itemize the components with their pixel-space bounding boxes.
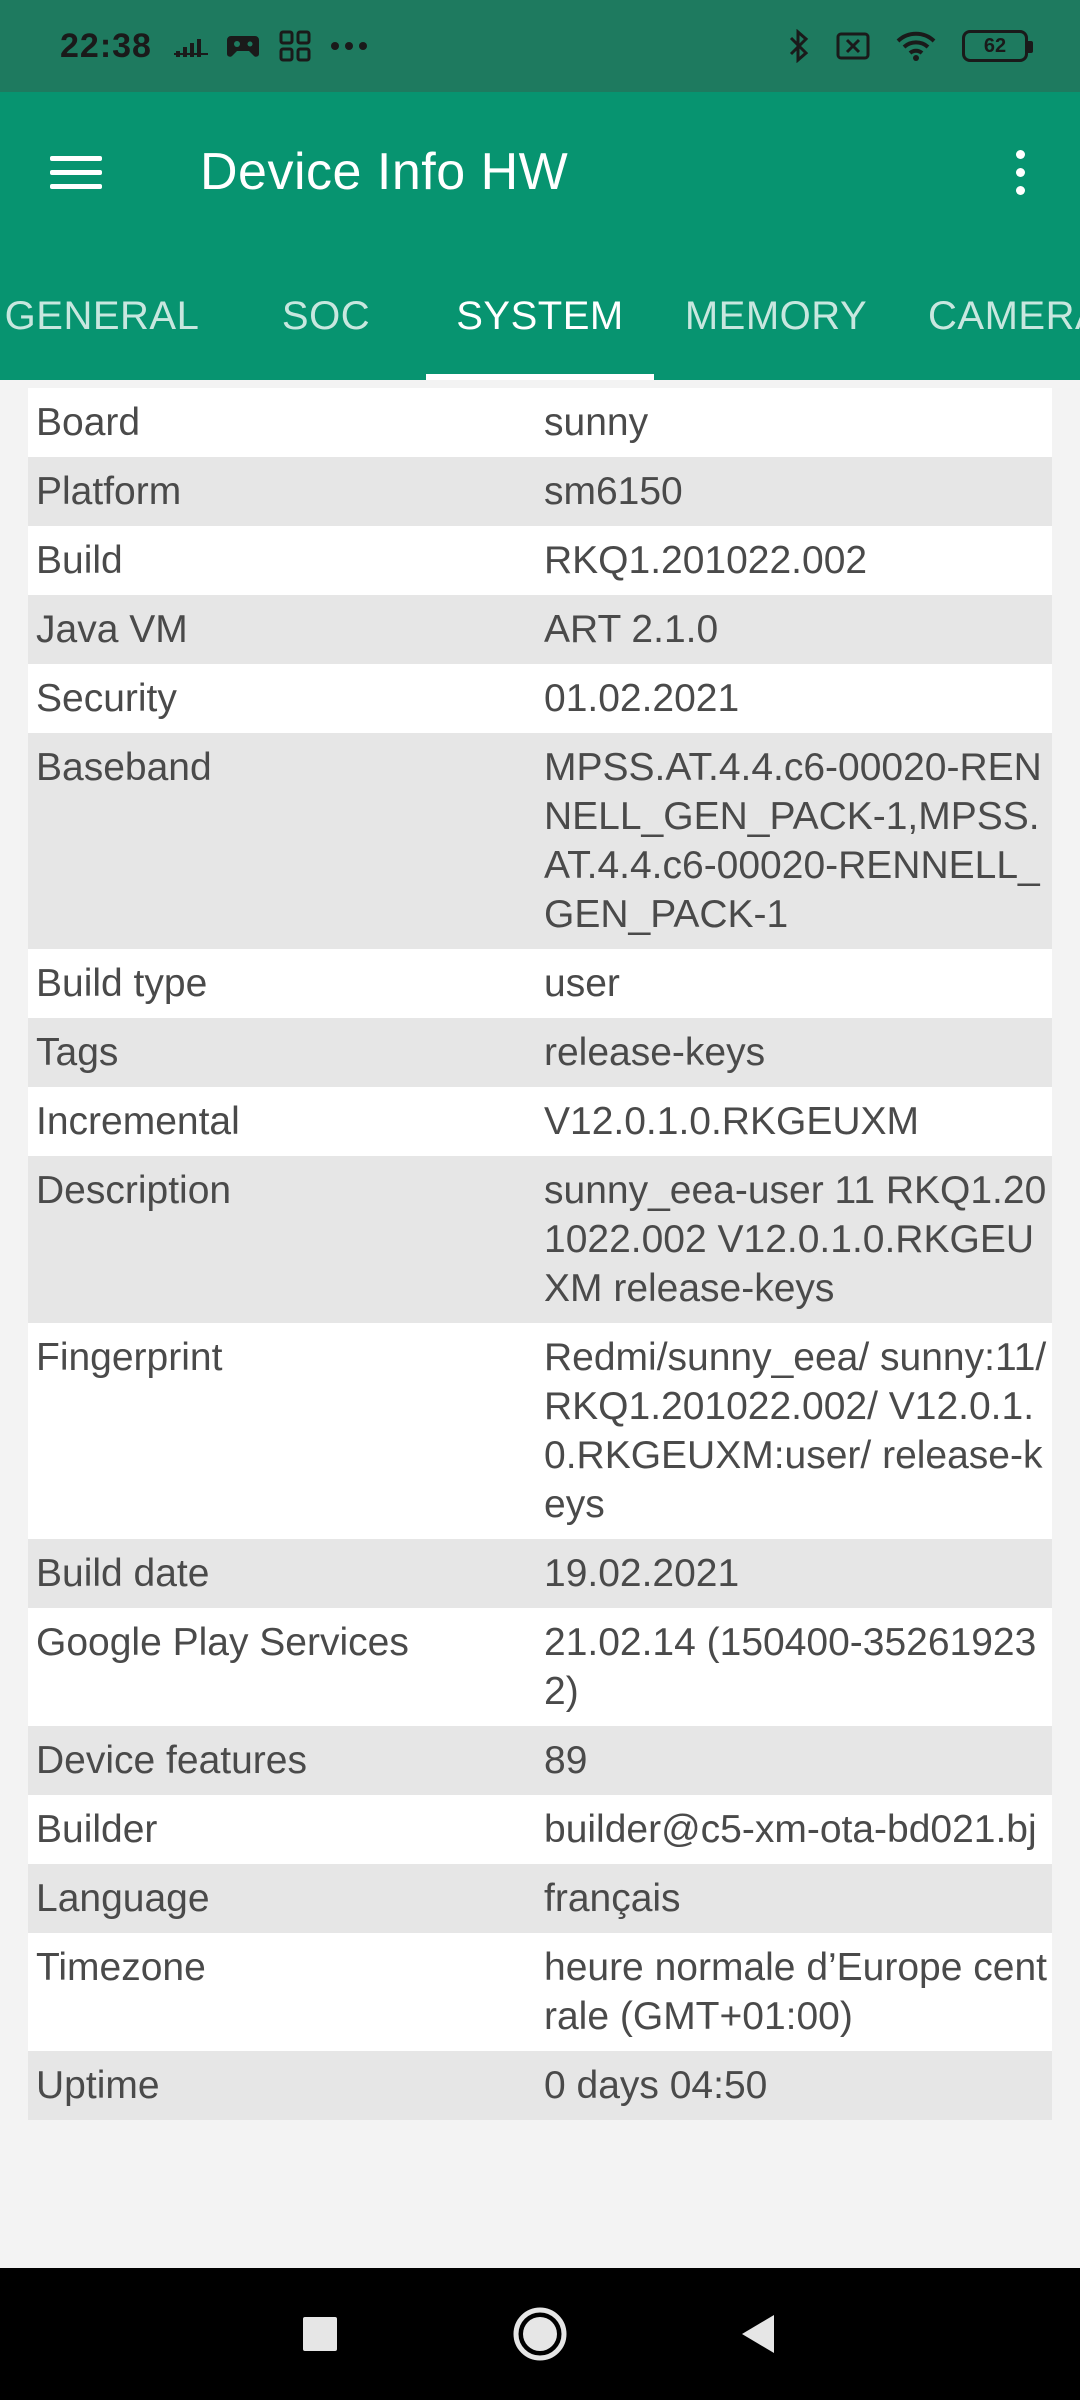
overflow-menu-button[interactable] — [1000, 142, 1040, 202]
info-row-timezone: Timezone heure normale d’Europe centrale … — [28, 1933, 1052, 2051]
info-row-value: release-keys — [544, 1031, 766, 1074]
info-row-value: ART 2.1.0 — [544, 608, 719, 651]
info-row-value: V12.0.1.0.RKGEUXM — [544, 1100, 919, 1143]
navigation-bar — [0, 2268, 1080, 2400]
info-row-label: Java VM — [36, 608, 188, 651]
info-row-incremental: Incremental V12.0.1.0.RKGEUXM — [28, 1087, 1052, 1156]
info-row-tags: Tags release-keys — [28, 1018, 1052, 1087]
wifi-icon — [896, 30, 936, 62]
overflow-dot — [1015, 185, 1025, 195]
info-row-baseband: Baseband MPSS.AT.4.4.c6-00020-RENNELL_GEN… — [28, 733, 1052, 949]
info-row-value: sunny — [544, 401, 649, 444]
info-row-platform: Platform sm6150 — [28, 457, 1052, 526]
app-title: Device Info HW — [200, 143, 569, 201]
info-row-label: Uptime — [36, 2064, 160, 2107]
info-row-value: 0 days 04:50 — [544, 2064, 768, 2107]
info-row-label: Build — [36, 539, 123, 582]
info-row-value: user — [544, 962, 620, 1005]
info-row-label: Device features — [36, 1739, 307, 1782]
info-row-label: Baseband — [36, 746, 212, 789]
info-row-label: Tags — [36, 1031, 119, 1074]
info-row-fingerprint: Fingerprint Redmi/sunny_eea/ sunny:11/ RK… — [28, 1323, 1052, 1539]
info-row-value: heure normale d’Europe centrale (GMT+01:… — [544, 1946, 1047, 2038]
info-row-value: 21.02.14 (150400-352619232) — [544, 1621, 1037, 1713]
info-row-device-features: Device features 89 — [28, 1726, 1052, 1795]
tab-system[interactable]: SYSTEM — [426, 252, 654, 380]
info-row-label: Builder — [36, 1808, 158, 1851]
menu-button[interactable] — [50, 144, 106, 200]
info-row-label: Security — [36, 677, 177, 720]
info-row-language: Language français — [28, 1864, 1052, 1933]
battery-icon: 62 — [962, 30, 1033, 62]
overflow-dot — [1015, 167, 1025, 177]
info-row-value: français — [544, 1877, 681, 1920]
info-row-label: Timezone — [36, 1946, 206, 1989]
back-button[interactable] — [720, 2296, 796, 2372]
data-usage-icon — [173, 33, 208, 59]
app-bar: Device Info HW GENERAL SOC SYSTEM MEMORY… — [0, 92, 1080, 380]
info-row-value: 19.02.2021 — [544, 1552, 740, 1595]
info-row-label: Language — [36, 1877, 210, 1920]
info-row-value: RKQ1.201022.002 — [544, 539, 868, 582]
recents-square-icon — [303, 2317, 337, 2351]
status-right-icons: 62 — [788, 29, 1033, 63]
info-row-label: Description — [36, 1169, 232, 1212]
info-table: Board sunny Platform sm6150 Build RKQ1.201022… — [28, 388, 1052, 2120]
info-row-label: Fingerprint — [36, 1336, 223, 1379]
back-triangle-icon — [742, 2315, 774, 2353]
info-row-value: Redmi/sunny_eea/ sunny:11/ RKQ1.201022.0… — [544, 1336, 1047, 1526]
status-left-icons — [173, 29, 368, 63]
info-row-security: Security 01.02.2021 — [28, 664, 1052, 733]
info-row-google-play-services: Google Play Services 21.02.14 (150400-352… — [28, 1608, 1052, 1726]
bluetooth-icon — [788, 29, 810, 63]
info-row-label: Platform — [36, 470, 182, 513]
tab-memory[interactable]: MEMORY — [676, 252, 876, 380]
info-row-board: Board sunny — [28, 388, 1052, 457]
menu-icon-line — [50, 169, 102, 175]
info-row-value: 01.02.2021 — [544, 677, 740, 720]
toolbar: Device Info HW — [0, 92, 1080, 252]
tab-general[interactable]: GENERAL — [0, 252, 212, 380]
info-row-java-vm: Java VM ART 2.1.0 — [28, 595, 1052, 664]
gamepad-icon — [226, 32, 260, 60]
info-row-label: Build type — [36, 962, 208, 1005]
status-bar: 22:38 62 — [0, 0, 1080, 92]
info-row-build: Build RKQ1.201022.002 — [28, 526, 1052, 595]
overflow-dot — [1015, 149, 1025, 159]
info-row-uptime: Uptime 0 days 04:50 — [28, 2051, 1052, 2120]
info-row-label: Board — [36, 401, 141, 444]
info-row-label: Incremental — [36, 1100, 240, 1143]
tab-bar: GENERAL SOC SYSTEM MEMORY CAMERA — [0, 252, 1080, 380]
info-row-value: 89 — [544, 1739, 588, 1782]
tab-soc[interactable]: SOC — [236, 252, 416, 380]
info-row-label: Google Play Services — [36, 1621, 409, 1664]
menu-icon-line — [50, 183, 102, 189]
info-row-value: builder@c5-xm-ota-bd021.bj — [544, 1808, 1037, 1851]
info-row-builder: Builder builder@c5-xm-ota-bd021.bj — [28, 1795, 1052, 1864]
info-row-build-date: Build date 19.02.2021 — [28, 1539, 1052, 1608]
info-row-label: Build date — [36, 1552, 210, 1595]
info-row-description: Description sunny_eea-user 11 RKQ1.201022… — [28, 1156, 1052, 1323]
home-button[interactable] — [500, 2294, 580, 2374]
info-row-value: MPSS.AT.4.4.c6-00020-RENNELL_GEN_PACK-1,… — [544, 746, 1042, 936]
tab-camera[interactable]: CAMERA — [928, 252, 1080, 380]
info-row-build-type: Build type user — [28, 949, 1052, 1018]
status-time: 22:38 — [60, 26, 152, 65]
info-row-value: sunny_eea-user 11 RKQ1.201022.002 V12.0.… — [544, 1169, 1047, 1310]
system-info-list[interactable]: Board sunny Platform sm6150 Build RKQ1.201022… — [0, 380, 1080, 2268]
menu-icon-line — [50, 155, 102, 161]
more-dots-icon — [330, 41, 368, 51]
no-sim-icon — [836, 31, 870, 61]
apps-grid-icon — [278, 29, 312, 63]
home-circle-icon — [513, 2307, 567, 2361]
recents-button[interactable] — [282, 2296, 358, 2372]
info-row-value: sm6150 — [544, 470, 683, 513]
